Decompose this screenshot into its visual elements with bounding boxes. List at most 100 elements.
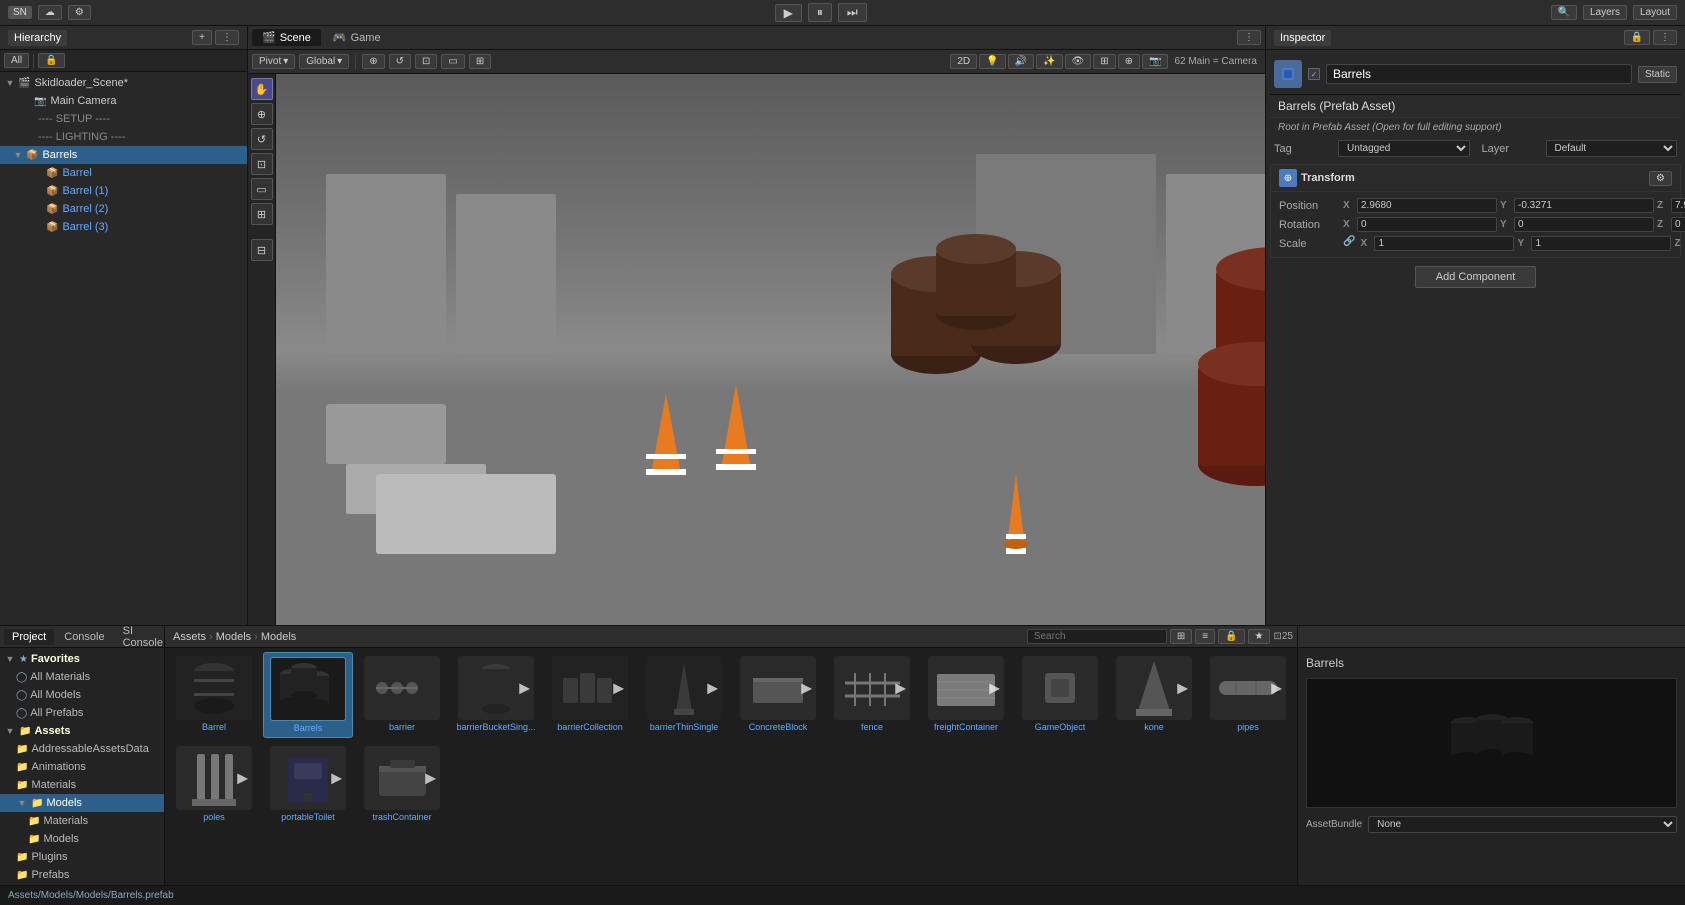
pause-button[interactable]: ⏸ bbox=[808, 3, 832, 22]
inspector-menu-btn[interactable]: ⋮ bbox=[1653, 30, 1677, 45]
tool-custom[interactable]: ⊟ bbox=[251, 239, 273, 261]
rot-x-input[interactable] bbox=[1357, 217, 1497, 232]
tree-item-barrel[interactable]: ▶ 📦 Barrel bbox=[0, 164, 247, 182]
scene-2d-btn[interactable]: 2D bbox=[950, 54, 977, 69]
asset-barrel[interactable]: Barrel bbox=[169, 652, 259, 738]
scene-grid-btn[interactable]: ⊞ bbox=[1093, 54, 1115, 69]
tool-move[interactable]: ⊕ bbox=[362, 54, 384, 69]
tree-item-setup[interactable]: ▶ ---- SETUP ---- bbox=[0, 110, 247, 128]
tool-rect-3d[interactable]: ▭ bbox=[251, 178, 273, 200]
proj-item-all-models[interactable]: ◯ All Models bbox=[0, 686, 164, 704]
scene-3d-content[interactable]: + Z Y X Persp bbox=[276, 74, 1265, 625]
proj-item-assets[interactable]: ▼ 📁 Assets bbox=[0, 722, 164, 740]
search-button[interactable]: 🔍 bbox=[1551, 5, 1577, 20]
proj-item-all-mats[interactable]: ◯ All Materials bbox=[0, 668, 164, 686]
transform-menu-btn[interactable]: ⚙ bbox=[1649, 171, 1672, 186]
proj-item-all-prefabs[interactable]: ◯ All Prefabs bbox=[0, 704, 164, 722]
asset-trash[interactable]: ▶ trashContainer bbox=[357, 742, 447, 826]
scale-lock-icon[interactable]: 🔗 bbox=[1343, 236, 1355, 251]
scene-fx-btn[interactable]: ✨ bbox=[1036, 54, 1062, 69]
hierarchy-menu-btn[interactable]: ⋮ bbox=[215, 30, 239, 45]
tree-item-barrels[interactable]: ▼ 📦 Barrels ⋮ bbox=[0, 146, 247, 164]
static-button[interactable]: Static bbox=[1638, 66, 1677, 83]
scene-light-btn[interactable]: 💡 bbox=[979, 54, 1005, 69]
tool-rotate[interactable]: ↺ bbox=[389, 54, 411, 69]
tree-item-camera[interactable]: ▶ 📷 Main Camera bbox=[0, 92, 247, 110]
transform-header[interactable]: ⊕ Transform ⚙ bbox=[1271, 165, 1680, 192]
scale-y-input[interactable] bbox=[1531, 236, 1671, 251]
layer-select[interactable]: Default bbox=[1546, 140, 1678, 157]
tool-hand[interactable]: ✋ bbox=[251, 78, 273, 100]
asset-freight[interactable]: ▶ freightContainer bbox=[921, 652, 1011, 738]
breadcrumb-models2[interactable]: Models bbox=[261, 631, 296, 643]
tab-game[interactable]: 🎮 Game bbox=[323, 29, 391, 46]
pos-x-input[interactable] bbox=[1357, 198, 1497, 213]
scene-audio-btn[interactable]: 🔊 bbox=[1008, 54, 1034, 69]
breadcrumb-assets[interactable]: Assets bbox=[173, 631, 206, 643]
asset-favorite-btn[interactable]: ★ bbox=[1248, 629, 1271, 644]
tree-item-barrel3[interactable]: ▶ 📦 Barrel (3) bbox=[0, 218, 247, 236]
rot-y-input[interactable] bbox=[1514, 217, 1654, 232]
asset-list-view[interactable]: ≡ bbox=[1195, 629, 1215, 644]
asset-poles[interactable]: ▶ poles bbox=[169, 742, 259, 826]
asset-barrels[interactable]: Barrels bbox=[263, 652, 353, 738]
asset-barrier-collection[interactable]: ▶ barrierCollection bbox=[545, 652, 635, 738]
play-button[interactable]: ▶ bbox=[775, 4, 802, 22]
tab-si-console[interactable]: SI Console bbox=[115, 623, 171, 651]
asset-lock-btn[interactable]: 🔒 bbox=[1218, 629, 1244, 644]
proj-item-plugins[interactable]: 📁 Plugins bbox=[0, 848, 164, 866]
pivot-btn[interactable]: Pivot▾ bbox=[252, 54, 295, 69]
proj-item-addressable[interactable]: 📁 AddressableAssetsData bbox=[0, 740, 164, 758]
layout-button[interactable]: Layout bbox=[1633, 5, 1677, 20]
inspector-lock-btn[interactable]: 🔒 bbox=[1624, 30, 1650, 45]
scene-viewport[interactable]: ✋ ⊕ ↺ ⊡ ▭ ⊞ ⊟ bbox=[248, 74, 1265, 625]
object-name-field[interactable] bbox=[1326, 64, 1632, 84]
tree-item-lighting[interactable]: ▶ ---- LIGHTING ---- bbox=[0, 128, 247, 146]
tool-scale[interactable]: ⊡ bbox=[415, 54, 437, 69]
proj-item-prefabs[interactable]: 📁 Prefabs bbox=[0, 866, 164, 884]
asset-concrete[interactable]: ▶ ConcreteBlock bbox=[733, 652, 823, 738]
rot-z-input[interactable] bbox=[1671, 217, 1685, 232]
tab-inspector[interactable]: Inspector bbox=[1274, 30, 1331, 46]
asset-gameobj[interactable]: GameObject bbox=[1015, 652, 1105, 738]
tool-scale-3d[interactable]: ⊡ bbox=[251, 153, 273, 175]
asset-barrier-thin[interactable]: ▶ barrierThinSingle bbox=[639, 652, 729, 738]
tool-rect[interactable]: ▭ bbox=[441, 54, 464, 69]
cloud-btn[interactable]: ☁ bbox=[38, 5, 62, 20]
layers-button[interactable]: Layers bbox=[1583, 5, 1627, 20]
pos-y-input[interactable] bbox=[1514, 198, 1654, 213]
tab-console[interactable]: Console bbox=[56, 629, 112, 645]
tool-move-3d[interactable]: ⊕ bbox=[251, 103, 273, 125]
scale-x-input[interactable] bbox=[1374, 236, 1514, 251]
proj-item-animations[interactable]: 📁 Animations bbox=[0, 758, 164, 776]
all-label[interactable]: All bbox=[4, 53, 29, 68]
tab-hierarchy[interactable]: Hierarchy bbox=[8, 30, 67, 46]
asset-barrier-bucket[interactable]: ▶ barrierBucketSing... bbox=[451, 652, 541, 738]
tree-item-barrel1[interactable]: ▶ 📦 Barrel (1) bbox=[0, 182, 247, 200]
scene-more-btn[interactable]: ⋮ bbox=[1237, 30, 1261, 45]
asset-icon-view[interactable]: ⊞ bbox=[1170, 629, 1192, 644]
tree-item-barrel2[interactable]: ▶ 📦 Barrel (2) bbox=[0, 200, 247, 218]
tab-scene[interactable]: 🎬 Scene bbox=[252, 29, 321, 46]
global-btn[interactable]: Global▾ bbox=[299, 54, 349, 69]
assetbundle-select[interactable]: None bbox=[1368, 816, 1677, 833]
tool-free-3d[interactable]: ⊞ bbox=[251, 203, 273, 225]
hierarchy-lock-btn[interactable]: 🔒 bbox=[38, 53, 64, 68]
tool-transform[interactable]: ⊞ bbox=[469, 54, 491, 69]
asset-barrier[interactable]: barrier bbox=[357, 652, 447, 738]
tree-item-scene[interactable]: ▼ 🎬 Skidloader_Scene* ⋮ bbox=[0, 74, 247, 92]
hierarchy-add-btn[interactable]: + bbox=[192, 30, 212, 45]
tool-rotate-3d[interactable]: ↺ bbox=[251, 128, 273, 150]
breadcrumb-models1[interactable]: Models bbox=[216, 631, 251, 643]
asset-kone[interactable]: ▶ kone bbox=[1109, 652, 1199, 738]
scene-hidden-btn[interactable]: 👁 bbox=[1065, 54, 1092, 69]
proj-item-materials-root[interactable]: 📁 Materials bbox=[0, 776, 164, 794]
pos-z-input[interactable] bbox=[1671, 198, 1685, 213]
tag-select[interactable]: Untagged bbox=[1338, 140, 1470, 157]
asset-fence[interactable]: ▶ fence bbox=[827, 652, 917, 738]
scene-gizmo-btn[interactable]: ⊕ bbox=[1118, 54, 1140, 69]
scene-camera-btn[interactable]: 📷 bbox=[1142, 54, 1168, 69]
settings-btn[interactable]: ⚙ bbox=[68, 5, 91, 20]
proj-item-models[interactable]: ▼ 📁 Models bbox=[0, 794, 164, 812]
asset-toilet[interactable]: ▶ portableToilet bbox=[263, 742, 353, 826]
